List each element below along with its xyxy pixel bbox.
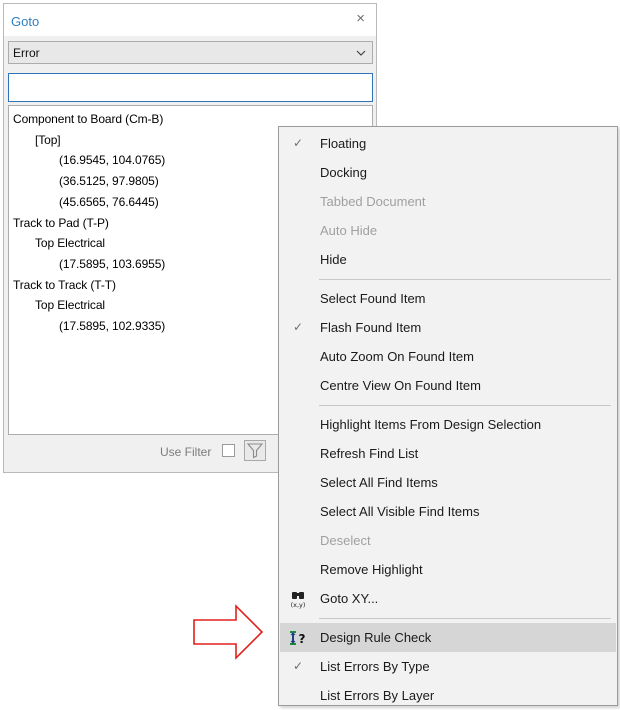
menu-item-label: Remove Highlight (320, 562, 423, 577)
check-icon: ✓ (293, 659, 304, 673)
menu-item-refresh-find-list[interactable]: Refresh Find List (280, 439, 616, 468)
menu-item-label: List Errors By Type (320, 659, 430, 674)
menu-item-floating[interactable]: ✓ Floating (280, 129, 616, 158)
menu-item-label: Hide (320, 252, 347, 267)
menu-item-auto-hide: Auto Hide (280, 216, 616, 245)
tree-row[interactable]: Top Electrical (35, 236, 105, 250)
menu-item-goto-xy[interactable]: (x,y) Goto XY... (280, 584, 616, 613)
menu-item-label: List Errors By Layer (320, 688, 435, 703)
tree-row[interactable]: (45.6565, 76.6445) (59, 195, 159, 209)
tree-row[interactable]: [Top] (35, 133, 61, 147)
tree-row[interactable]: (16.9545, 104.0765) (59, 153, 165, 167)
menu-item-select-all-visible-find-items[interactable]: Select All Visible Find Items (280, 497, 616, 526)
menu-item-label: Docking (320, 165, 367, 180)
menu-item-highlight-items-from-design-selection[interactable]: Highlight Items From Design Selection (280, 410, 616, 439)
menu-item-label: Select All Find Items (320, 475, 438, 490)
menu-item-label: Highlight Items From Design Selection (320, 417, 542, 432)
menu-separator (319, 618, 611, 619)
use-filter-label: Use Filter (160, 445, 212, 459)
menu-item-label: Auto Zoom On Found Item (320, 349, 474, 364)
search-input[interactable] (8, 73, 373, 102)
tree-row[interactable]: Track to Pad (T-P) (13, 216, 109, 230)
filter-button[interactable] (244, 440, 266, 461)
menu-separator (319, 279, 611, 280)
menu-item-label: Tabbed Document (320, 194, 426, 209)
menu-item-label: Goto XY... (320, 591, 379, 606)
tree-row[interactable]: (36.5125, 97.9805) (59, 174, 159, 188)
menu-item-label: Design Rule Check (320, 630, 432, 645)
menu-item-label: Centre View On Found Item (320, 378, 481, 393)
tree-row[interactable]: Top Electrical (35, 298, 105, 312)
menu-item-label: Flash Found Item (320, 320, 422, 335)
check-icon: ✓ (293, 136, 304, 150)
filter-dropdown[interactable]: Error (8, 41, 373, 64)
design-rule-check-icon: ? (290, 631, 306, 646)
panel-title: Goto (11, 14, 40, 29)
menu-item-label: Auto Hide (320, 223, 378, 238)
pointer-arrow-icon (193, 604, 264, 660)
tree-row[interactable]: (17.5895, 102.9335) (59, 319, 165, 333)
use-filter-checkbox[interactable] (222, 444, 235, 457)
tree-row[interactable]: Track to Track (T-T) (13, 278, 116, 292)
menu-item-docking[interactable]: Docking (280, 158, 616, 187)
menu-item-list-errors-by-layer[interactable]: List Errors By Layer (280, 681, 616, 710)
svg-text:?: ? (299, 632, 306, 646)
menu-item-design-rule-check[interactable]: ? Design Rule Check (280, 623, 616, 652)
menu-item-auto-zoom-on-found-item[interactable]: Auto Zoom On Found Item (280, 342, 616, 371)
menu-item-label: Select Found Item (320, 291, 426, 306)
tree-row[interactable]: (17.5895, 103.6955) (59, 257, 165, 271)
menu-item-list-errors-by-type[interactable]: ✓ List Errors By Type (280, 652, 616, 681)
close-icon[interactable]: × (356, 11, 365, 27)
funnel-icon (246, 443, 264, 459)
check-icon: ✓ (293, 320, 304, 334)
menu-item-label: Refresh Find List (320, 446, 419, 461)
svg-text:(x,y): (x,y) (291, 601, 306, 609)
menu-item-select-found-item[interactable]: Select Found Item (280, 284, 616, 313)
chevron-down-icon (356, 50, 366, 56)
menu-separator (319, 405, 611, 406)
context-menu: ✓ Floating Docking Tabbed Document Auto Hide… (278, 126, 618, 706)
menu-item-remove-highlight[interactable]: Remove Highlight (280, 555, 616, 584)
menu-item-hide[interactable]: Hide (280, 245, 616, 274)
panel-header: Goto × (4, 4, 376, 36)
menu-item-label: Floating (320, 136, 367, 151)
menu-item-flash-found-item[interactable]: ✓ Flash Found Item (280, 313, 616, 342)
menu-item-label: Deselect (320, 533, 371, 548)
tree-row[interactable]: Component to Board (Cm-B) (13, 112, 163, 126)
menu-item-deselect: Deselect (280, 526, 616, 555)
binoculars-xy-icon: (x,y) (291, 592, 306, 609)
menu-item-label: Select All Visible Find Items (320, 504, 480, 519)
menu-item-tabbed-document: Tabbed Document (280, 187, 616, 216)
menu-item-centre-view-on-found-item[interactable]: Centre View On Found Item (280, 371, 616, 400)
menu-item-select-all-find-items[interactable]: Select All Find Items (280, 468, 616, 497)
filter-dropdown-value: Error (13, 46, 40, 60)
